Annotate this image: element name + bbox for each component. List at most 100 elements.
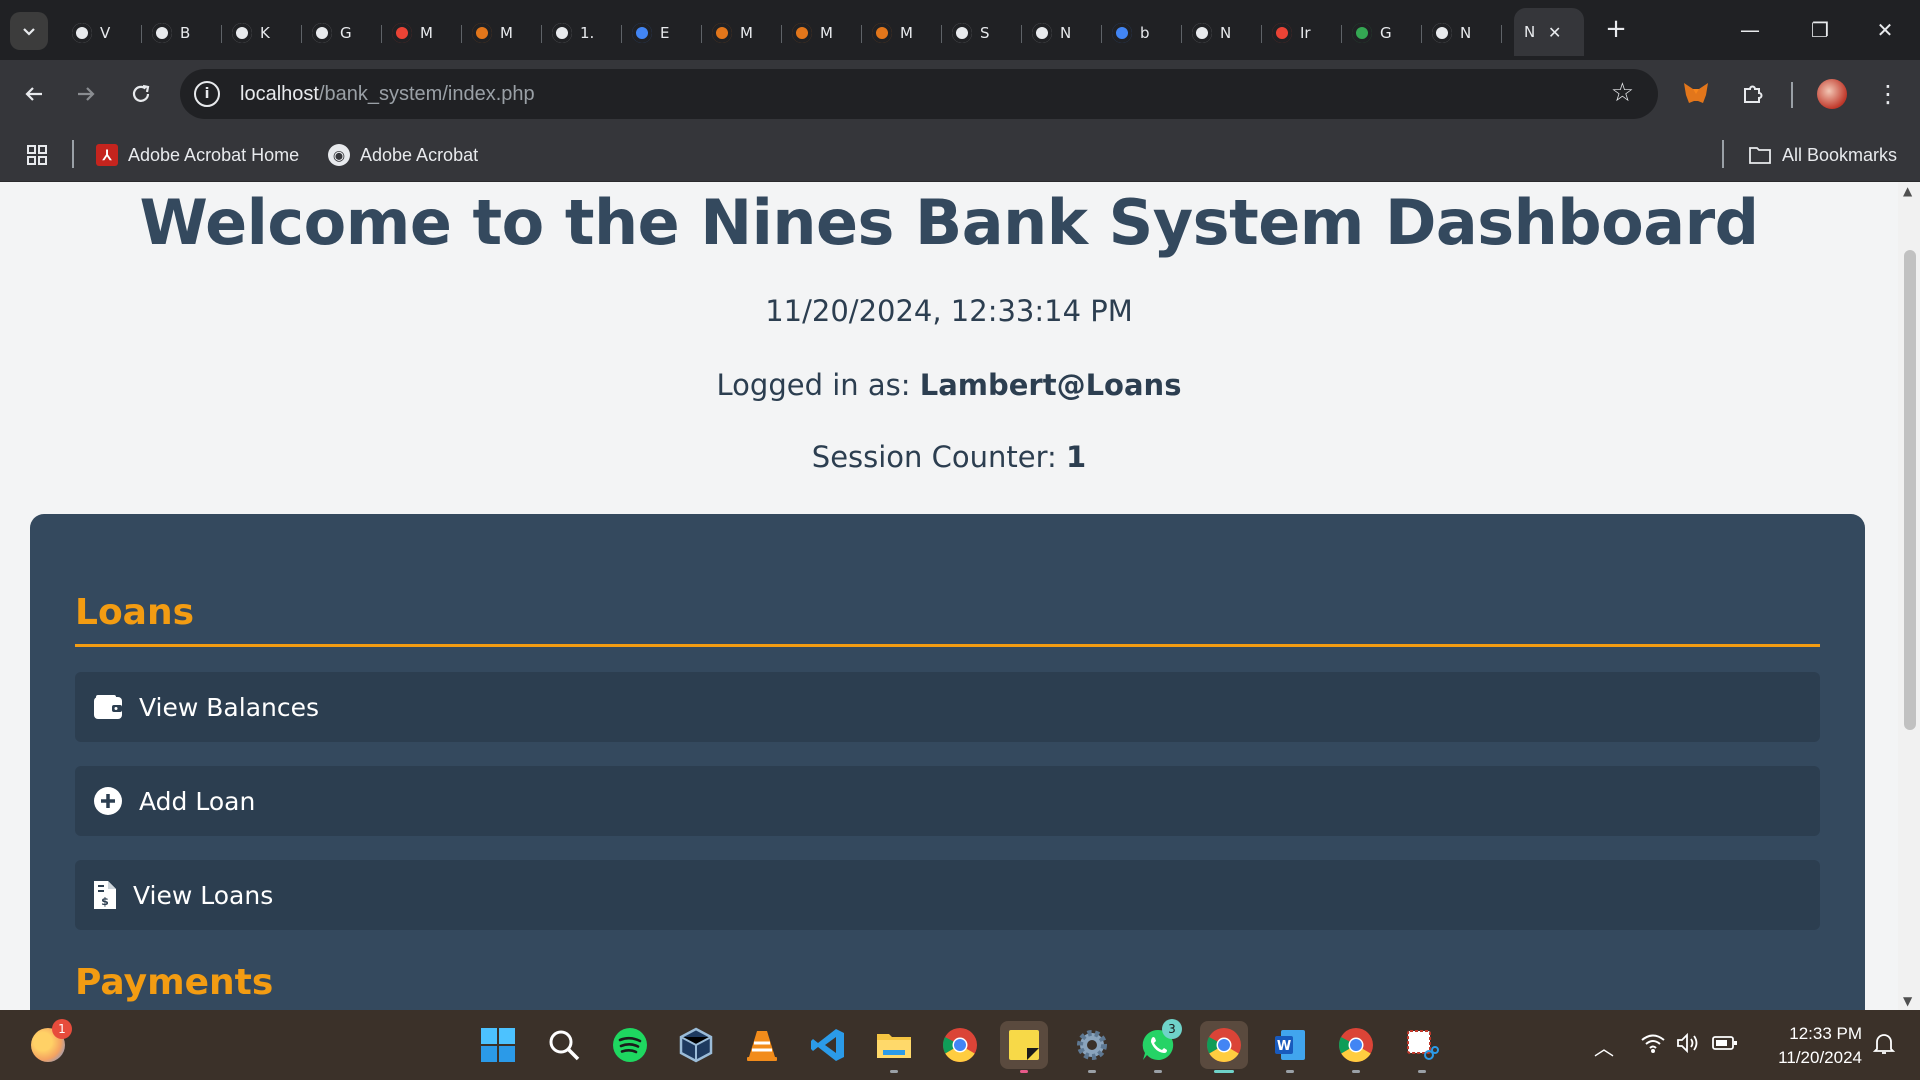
restore-button[interactable]: ❐: [1790, 10, 1850, 50]
bookmark-divider: [72, 140, 74, 168]
kebab-menu-icon[interactable]: ⋮: [1868, 74, 1908, 114]
chrome-app-secondary[interactable]: [1332, 1021, 1380, 1073]
settings-app[interactable]: [1068, 1021, 1116, 1073]
browser-tab[interactable]: N: [1422, 9, 1502, 57]
tab-strip: V B K G M M 1. E M M M S Nb N Ir G N N ✕ + — ❐ ✕: [0, 0, 1920, 60]
all-bookmarks-label: All Bookmarks: [1782, 144, 1898, 165]
gmail-icon: [1272, 23, 1292, 43]
scroll-thumb[interactable]: [1904, 250, 1916, 730]
rainbow-icon: [392, 23, 412, 43]
url-host: localhost: [240, 82, 319, 105]
menu-item-label: View Loans: [133, 880, 274, 910]
tab-label: 1.: [580, 24, 594, 42]
file-explorer-app[interactable]: [870, 1021, 918, 1073]
weather-widget-icon[interactable]: 1: [24, 1019, 72, 1069]
back-button[interactable]: [14, 74, 54, 114]
browser-tab[interactable]: M: [782, 9, 862, 57]
bookmark-star-icon[interactable]: ☆: [1611, 78, 1634, 108]
word-app[interactable]: W: [1266, 1021, 1314, 1073]
bookmark-adobe-acrobat[interactable]: ◉ Adobe Acrobat: [328, 140, 478, 170]
battery-icon[interactable]: [1712, 1032, 1738, 1059]
url-text[interactable]: localhost/bank_system/index.php: [240, 83, 535, 106]
scroll-down-arrow-icon[interactable]: ▼: [1903, 994, 1912, 1008]
minimize-button[interactable]: —: [1720, 10, 1780, 50]
google-icon: [1112, 23, 1132, 43]
browser-tab[interactable]: S: [942, 9, 1022, 57]
adobe-pdf-icon: ⅄: [96, 144, 118, 166]
volume-icon[interactable]: [1676, 1032, 1700, 1059]
browser-tab[interactable]: E: [622, 9, 702, 57]
windows-logo-icon: [481, 1028, 515, 1062]
browser-tab[interactable]: K: [222, 9, 302, 57]
github-icon: [232, 23, 252, 43]
extensions-puzzle-icon[interactable]: [1733, 74, 1773, 114]
current-datetime: 11/20/2024, 12:33:14 PM: [765, 294, 1133, 328]
running-indicator: [1418, 1070, 1426, 1073]
chrome-profile-app-active[interactable]: [1200, 1021, 1248, 1073]
tab-label: G: [1380, 24, 1392, 42]
browser-tab[interactable]: M: [702, 9, 782, 57]
reload-icon: [132, 84, 150, 102]
chrome-icon: [1192, 23, 1212, 43]
sticky-notes-app[interactable]: [1000, 1021, 1048, 1073]
vscode-app[interactable]: [804, 1021, 852, 1069]
browser-tab[interactable]: G: [1342, 9, 1422, 57]
browser-tab[interactable]: G: [302, 9, 382, 57]
snipping-tool-app[interactable]: [1398, 1021, 1446, 1073]
chrome-app[interactable]: [936, 1021, 984, 1069]
forward-button[interactable]: [66, 74, 106, 114]
view-loans-button[interactable]: $ View Loans: [75, 860, 1820, 930]
new-tab-button[interactable]: +: [1600, 14, 1632, 46]
google-cloud-icon: [632, 23, 652, 43]
add-loan-button[interactable]: Add Loan: [75, 766, 1820, 836]
page-title: Welcome to the Nines Bank System Dashboa…: [139, 186, 1759, 259]
all-bookmarks-button[interactable]: All Bookmarks: [1748, 140, 1897, 170]
start-button[interactable]: [474, 1021, 522, 1069]
active-tab[interactable]: N ✕: [1514, 8, 1584, 56]
show-hidden-icons-chevron-up-icon[interactable]: ︿: [1594, 1032, 1614, 1061]
browser-tab[interactable]: M: [382, 9, 462, 57]
browser-tab[interactable]: V: [62, 9, 142, 57]
github-icon: [1032, 23, 1052, 43]
browser-tab[interactable]: 1.: [542, 9, 622, 57]
chrome-icon: [72, 23, 92, 43]
reload-button[interactable]: [121, 74, 161, 114]
apps-grid-icon[interactable]: [26, 140, 48, 170]
vlc-app[interactable]: [738, 1021, 786, 1069]
search-icon: [549, 1030, 580, 1061]
spotify-app[interactable]: [606, 1021, 654, 1069]
scroll-up-arrow-icon[interactable]: ▲: [1903, 184, 1912, 198]
session-counter-value: 1: [1066, 440, 1087, 474]
close-tab-icon[interactable]: ✕: [1548, 23, 1561, 42]
metamask-extension-icon[interactable]: [1676, 74, 1716, 114]
browser-tab[interactable]: N: [1182, 9, 1262, 57]
search-button[interactable]: [540, 1021, 588, 1069]
site-info-icon[interactable]: i: [194, 81, 220, 107]
toolbar-divider: [1791, 82, 1793, 108]
address-bar[interactable]: i localhost/bank_system/index.php ☆: [180, 69, 1658, 119]
profile-avatar[interactable]: [1812, 74, 1852, 114]
system-clock[interactable]: 12:33 PM 11/20/2024: [1752, 1022, 1862, 1070]
browser-tab[interactable]: N: [1022, 9, 1102, 57]
browser-tab[interactable]: b: [1102, 9, 1182, 57]
browser-tab[interactable]: M: [862, 9, 942, 57]
notification-bell-icon[interactable]: [1872, 1032, 1896, 1061]
notification-badge: 3: [1162, 1019, 1182, 1039]
browser-tab[interactable]: B: [142, 9, 222, 57]
globe-icon: [312, 23, 332, 43]
page-scrollbar[interactable]: ▲ ▼: [1898, 182, 1920, 1010]
browser-tab[interactable]: M: [462, 9, 542, 57]
whatsapp-app[interactable]: 3: [1134, 1019, 1182, 1073]
windows-taskbar: 1 3 W ︿ 12:33 PM 11/20/2024: [0, 1010, 1920, 1080]
wifi-icon[interactable]: [1640, 1032, 1666, 1059]
close-window-button[interactable]: ✕: [1855, 10, 1915, 50]
browser-tab[interactable]: Ir: [1262, 9, 1342, 57]
forward-arrow-icon: [78, 87, 95, 101]
spotify-icon: [613, 1028, 647, 1062]
tab-search-button[interactable]: [10, 12, 48, 50]
virtualbox-app[interactable]: [672, 1021, 720, 1069]
view-balances-button[interactable]: View Balances: [75, 672, 1820, 742]
globe-icon: [552, 23, 572, 43]
bookmark-adobe-acrobat-home[interactable]: ⅄ Adobe Acrobat Home: [96, 140, 299, 170]
tab-label: V: [100, 24, 111, 42]
